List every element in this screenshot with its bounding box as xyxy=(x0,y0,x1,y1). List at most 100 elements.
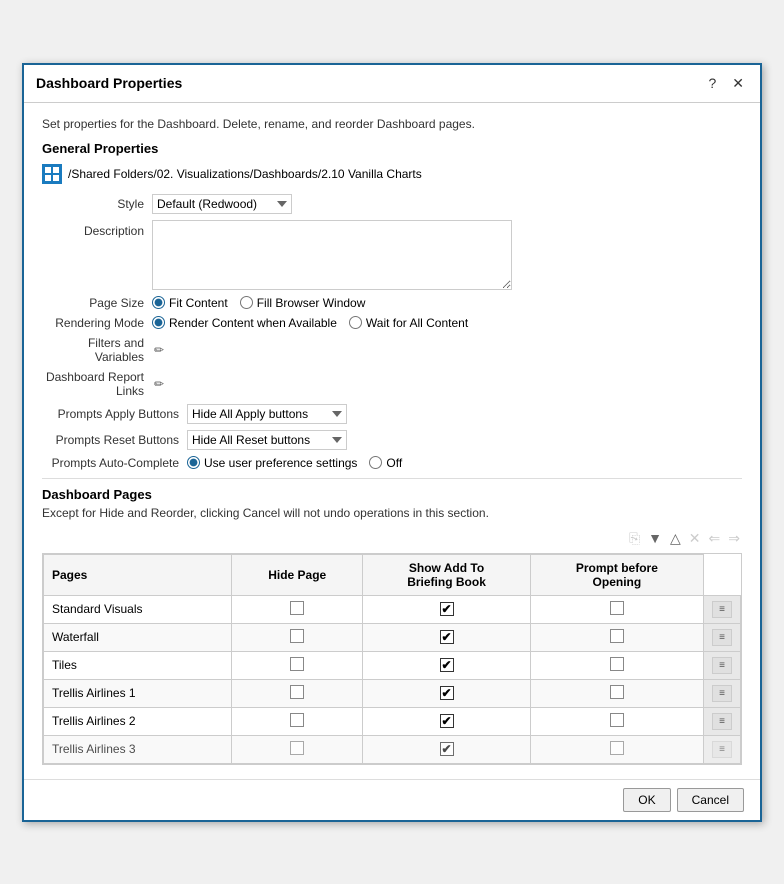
use-preference-option[interactable]: Use user preference settings xyxy=(187,456,357,470)
prompts-apply-label: Prompts Apply Buttons xyxy=(42,407,187,421)
row-move-cell: ≡ xyxy=(704,707,741,735)
prompt-before-cell[interactable] xyxy=(530,679,703,707)
move-header xyxy=(704,554,741,595)
filters-label: Filters and Variables xyxy=(42,336,152,364)
fill-browser-radio[interactable] xyxy=(240,296,253,309)
fill-browser-label: Fill Browser Window xyxy=(257,296,366,310)
help-button[interactable]: ? xyxy=(704,73,720,93)
row-move-button[interactable]: ≡ xyxy=(712,629,732,646)
show-add-cell[interactable]: ✔ xyxy=(363,595,530,623)
close-button[interactable]: ✕ xyxy=(728,73,748,94)
row-move-cell: ≡ xyxy=(704,735,741,763)
separator xyxy=(42,478,742,479)
row-move-button[interactable]: ≡ xyxy=(712,741,732,758)
hide-page-cell[interactable] xyxy=(232,651,363,679)
description-textarea[interactable] xyxy=(152,220,512,290)
dashboard-properties-dialog: Dashboard Properties ? ✕ Set properties … xyxy=(22,63,762,822)
fit-content-label: Fit Content xyxy=(169,296,228,310)
page-name-cell: Trellis Airlines 3 xyxy=(44,735,232,763)
filters-edit-icon[interactable]: ✏ xyxy=(154,343,164,357)
style-select[interactable]: Default (Redwood) Default Alta xyxy=(152,194,292,214)
prompts-auto-options: Use user preference settings Off xyxy=(187,456,402,470)
dialog-title: Dashboard Properties xyxy=(36,75,182,91)
hide-page-cell[interactable] xyxy=(232,595,363,623)
rendering-mode-row: Rendering Mode Render Content when Avail… xyxy=(42,316,742,330)
show-add-header: Show Add ToBriefing Book xyxy=(363,554,530,595)
use-preference-label: Use user preference settings xyxy=(204,456,357,470)
links-edit-icon[interactable]: ✏ xyxy=(154,377,164,391)
links-row: Dashboard Report Links ✏ xyxy=(42,370,742,398)
wait-all-option[interactable]: Wait for All Content xyxy=(349,316,468,330)
page-size-label: Page Size xyxy=(42,296,152,310)
prompts-reset-row: Prompts Reset Buttons Hide All Reset but… xyxy=(42,430,742,450)
row-move-cell: ≡ xyxy=(704,595,741,623)
prompt-before-cell[interactable] xyxy=(530,651,703,679)
dialog-header: Dashboard Properties ? ✕ xyxy=(24,65,760,103)
prompts-apply-row: Prompts Apply Buttons Hide All Apply but… xyxy=(42,404,742,424)
fill-browser-option[interactable]: Fill Browser Window xyxy=(240,296,366,310)
row-move-button[interactable]: ≡ xyxy=(712,713,732,730)
show-add-cell[interactable]: ✔ xyxy=(363,651,530,679)
show-add-cell[interactable]: ✔ xyxy=(363,735,530,763)
rendering-label: Rendering Mode xyxy=(42,316,152,330)
prompt-before-cell[interactable] xyxy=(530,595,703,623)
pages-table: Pages Hide Page Show Add ToBriefing Book… xyxy=(43,554,741,764)
prompts-reset-label: Prompts Reset Buttons xyxy=(42,433,187,447)
ok-button[interactable]: OK xyxy=(623,788,670,812)
filter-add-icon[interactable]: ▼ xyxy=(646,528,664,548)
off-radio[interactable] xyxy=(369,456,382,469)
filter-remove-icon[interactable]: △ xyxy=(668,528,683,549)
row-move-button[interactable]: ≡ xyxy=(712,657,732,674)
copy-icon[interactable]: ⎘ xyxy=(627,528,642,549)
links-label: Dashboard Report Links xyxy=(42,370,152,398)
hide-page-cell[interactable] xyxy=(232,679,363,707)
pages-toolbar: ⎘ ▼ △ ✕ ⇐ ⇒ xyxy=(42,528,742,549)
pages-table-wrapper: Pages Hide Page Show Add ToBriefing Book… xyxy=(42,553,742,765)
description-row: Description xyxy=(42,220,742,290)
filters-row: Filters and Variables ✏ xyxy=(42,336,742,364)
show-add-cell[interactable]: ✔ xyxy=(363,707,530,735)
show-add-cell[interactable]: ✔ xyxy=(363,679,530,707)
prompts-apply-select[interactable]: Hide All Apply buttons Show All Apply bu… xyxy=(187,404,347,424)
page-size-options: Fit Content Fill Browser Window xyxy=(152,296,365,310)
prompts-auto-row: Prompts Auto-Complete Use user preferenc… xyxy=(42,456,742,470)
off-option[interactable]: Off xyxy=(369,456,402,470)
off-label: Off xyxy=(386,456,402,470)
cancel-button[interactable]: Cancel xyxy=(677,788,744,812)
hide-page-cell[interactable] xyxy=(232,623,363,651)
fit-content-radio[interactable] xyxy=(152,296,165,309)
hide-page-cell[interactable] xyxy=(232,707,363,735)
render-available-radio[interactable] xyxy=(152,316,165,329)
show-add-cell[interactable]: ✔ xyxy=(363,623,530,651)
row-move-cell: ≡ xyxy=(704,679,741,707)
row-move-cell: ≡ xyxy=(704,623,741,651)
fit-content-option[interactable]: Fit Content xyxy=(152,296,228,310)
delete-icon[interactable]: ✕ xyxy=(687,528,703,549)
prompt-before-cell[interactable] xyxy=(530,735,703,763)
path-text: /Shared Folders/02. Visualizations/Dashb… xyxy=(68,167,422,181)
page-name-cell: Trellis Airlines 1 xyxy=(44,679,232,707)
wait-all-radio[interactable] xyxy=(349,316,362,329)
render-available-option[interactable]: Render Content when Available xyxy=(152,316,337,330)
page-name-cell: Standard Visuals xyxy=(44,595,232,623)
prompt-before-header: Prompt beforeOpening xyxy=(530,554,703,595)
description-label: Description xyxy=(42,220,152,238)
page-name-cell: Waterfall xyxy=(44,623,232,651)
prompt-before-cell[interactable] xyxy=(530,707,703,735)
row-move-button[interactable]: ≡ xyxy=(712,601,732,618)
row-move-button[interactable]: ≡ xyxy=(712,685,732,702)
render-available-label: Render Content when Available xyxy=(169,316,337,330)
move-down-icon[interactable]: ⇒ xyxy=(726,528,742,549)
use-preference-radio[interactable] xyxy=(187,456,200,469)
prompt-before-cell[interactable] xyxy=(530,623,703,651)
header-icons: ? ✕ xyxy=(704,73,748,94)
prompts-reset-select[interactable]: Hide All Reset buttons Show All Reset bu… xyxy=(187,430,347,450)
path-row: /Shared Folders/02. Visualizations/Dashb… xyxy=(42,164,742,184)
row-move-cell: ≡ xyxy=(704,651,741,679)
hide-page-cell[interactable] xyxy=(232,735,363,763)
dashboard-pages-title: Dashboard Pages xyxy=(42,487,742,502)
wait-all-label: Wait for All Content xyxy=(366,316,468,330)
hide-page-header: Hide Page xyxy=(232,554,363,595)
move-up-icon[interactable]: ⇐ xyxy=(707,528,723,549)
page-name-cell: Tiles xyxy=(44,651,232,679)
